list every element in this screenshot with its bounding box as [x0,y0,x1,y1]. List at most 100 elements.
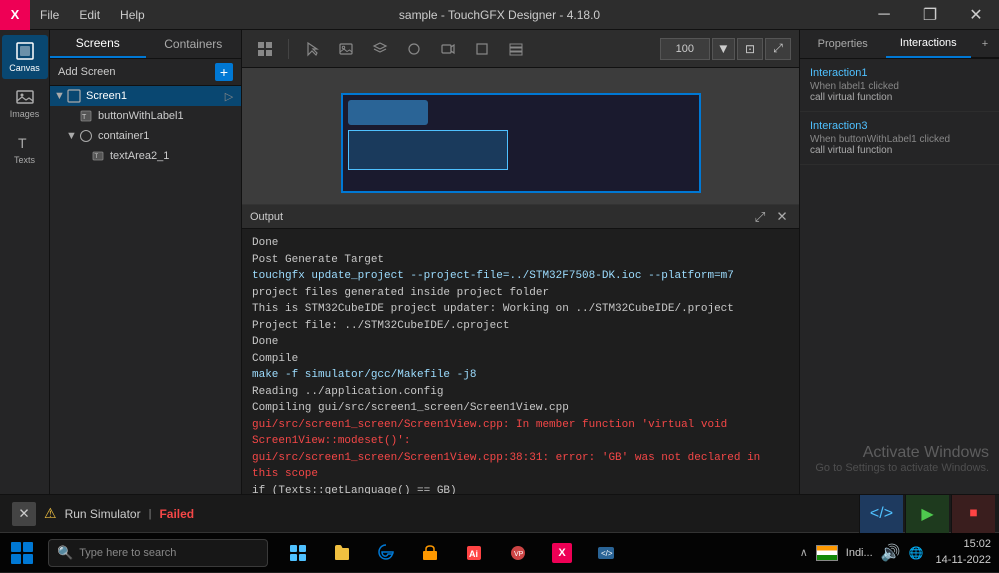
taskbar-tray-icons: ∧ [800,546,808,559]
bottom-bar: ✕ ⚠ Run Simulator | Failed </> ▶ ⏹ [0,494,999,532]
run-close-button[interactable]: ✕ [12,502,36,526]
toolbar: ▼ ⊡ ⤢ [242,30,799,68]
toolbar-stack-btn[interactable] [501,35,531,63]
taskbar-task-view[interactable] [276,533,320,573]
taskbar-adobe[interactable]: Ai [452,533,496,573]
run-label: Run Simulator [65,507,141,521]
terminal-line: Done [252,334,789,351]
taskbar-icons: Ai VP X </> [276,533,628,573]
terminal-close-btn[interactable]: ✕ [773,208,791,226]
network-icon[interactable]: 🌐 [909,546,924,560]
sound-icon[interactable]: 🔊 [881,543,901,563]
taskbar-system-tray: ∧ Indi... 🔊 🌐 [792,543,932,563]
toolbar-select-btn[interactable] [297,35,327,63]
win-logo-cell2 [23,542,33,552]
tree-item-textarea2[interactable]: T textArea2_1 [50,146,241,166]
win-logo-cell3 [11,554,21,564]
terminal-content[interactable]: DonePost Generate Target touchgfx update… [242,229,799,494]
app-logo: X [0,0,30,30]
zoom-aspect-btn[interactable]: ⤢ [765,38,791,60]
svg-text:T: T [82,114,87,121]
add-interaction-btn[interactable]: + [971,30,999,58]
toolbar-layers-btn[interactable] [365,35,395,63]
toolbar-video-btn[interactable] [433,35,463,63]
right-panel: Properties Interactions + Interaction1 W… [799,30,999,494]
expand-arrow-container1[interactable]: ▼ [66,130,78,142]
terminal-title: Output [250,211,283,223]
canvas-icon [15,41,35,61]
search-icon: 🔍 [57,545,73,561]
interaction-when: When buttonWithLabel1 clicked [810,134,989,145]
screen1-action[interactable]: ▷ [221,88,237,104]
toolbar-shape-btn[interactable] [399,35,429,63]
close-button[interactable]: ✕ [953,0,999,30]
zoom-input[interactable] [660,38,710,60]
interaction-item[interactable]: Interaction1 When label1 clicked call vi… [800,59,999,112]
taskbar-explorer[interactable] [320,533,364,573]
svg-text:T: T [95,154,99,160]
interaction-name: Interaction1 [810,67,989,79]
taskbar-dev-tools[interactable]: </> [584,533,628,573]
run-warning-icon: ⚠ [44,505,57,522]
terminal-area: Output ⤢ ✕ DonePost Generate Target touc… [242,204,799,494]
svg-text:T: T [18,135,27,151]
toolbar-box-btn[interactable] [467,35,497,63]
terminal-expand-btn[interactable]: ⤢ [751,208,769,226]
taskbar-time-value: 15:02 [936,537,991,552]
tab-screens[interactable]: Screens [50,30,146,58]
tab-properties[interactable]: Properties [800,30,886,58]
taskbar-touchgfx[interactable]: X [540,533,584,573]
activate-windows-text: Activate Windows Go to Settings to activ… [815,444,989,474]
screen-icon [66,88,82,104]
sidebar-item-images[interactable]: Images [2,81,48,125]
interaction-item[interactable]: Interaction3 When buttonWithLabel1 click… [800,112,999,165]
add-screen-row: Add Screen + [50,59,241,86]
zoom-fit-btn[interactable]: ⊡ [737,38,763,60]
right-tabs: Properties Interactions + [800,30,999,59]
minimize-button[interactable]: ─ [861,0,907,30]
tree-label-screen1: Screen1 [86,90,221,102]
taskbar-clock[interactable]: 15:02 14-11-2022 [936,537,991,568]
touchgfx-icon: X [552,543,572,563]
tree-item-buttonwithlabel1[interactable]: T buttonWithLabel1 [50,106,241,126]
toolbar-image-btn[interactable] [331,35,361,63]
taskbar-search[interactable]: 🔍 Type here to search [48,539,268,567]
toolbar-all-btn[interactable] [250,35,280,63]
menu-help[interactable]: Help [110,0,155,30]
expand-arrow-screen1[interactable]: ▼ [54,90,66,102]
sidebar-item-texts[interactable]: T Texts [2,127,48,171]
canvas-container-element[interactable] [348,130,508,170]
zoom-dropdown-btn[interactable]: ▼ [712,38,735,60]
maximize-button[interactable]: ❐ [907,0,953,30]
terminal-controls: ⤢ ✕ [751,208,791,226]
run-stop-button[interactable]: ⏹ [951,495,995,533]
taskbar-edge[interactable] [364,533,408,573]
terminal-line: Done [252,235,789,252]
sidebar-item-canvas[interactable]: Canvas [2,35,48,79]
terminal-line: Project file: ../STM32CubeIDE/.cproject [252,318,789,335]
terminal-line: if (Texts::getLanguage() == GB) [252,483,789,495]
taskbar-country: Indi... [846,547,873,559]
canvas-label: Canvas [9,63,40,73]
start-button[interactable] [0,533,44,573]
main-layout: Canvas Images T Texts Screens Containers… [0,30,999,494]
menu-edit[interactable]: Edit [69,0,110,30]
add-screen-button[interactable]: + [215,63,233,81]
menu-file[interactable]: File [30,0,69,30]
terminal-line: Compile [252,351,789,368]
taskbar-vpn[interactable]: VP [496,533,540,573]
tab-interactions[interactable]: Interactions [886,30,972,58]
run-code-button[interactable]: </> [859,495,903,533]
run-play-button[interactable]: ▶ [905,495,949,533]
zoom-control: ▼ ⊡ ⤢ [660,38,791,60]
tree-label-buttonwithlabel1: buttonWithLabel1 [98,110,237,122]
interactions-list: Interaction1 When label1 clicked call vi… [800,59,999,165]
tree-item-screen1[interactable]: ▼ Screen1 ▷ [50,86,241,106]
interaction-name: Interaction3 [810,120,989,132]
tree-item-container1[interactable]: ▼ container1 [50,126,241,146]
taskbar-store[interactable] [408,533,452,573]
canvas-screen[interactable] [341,93,701,193]
canvas-button-element[interactable] [348,100,428,125]
tab-containers[interactable]: Containers [146,30,242,58]
svg-text:</>: </> [601,549,613,558]
